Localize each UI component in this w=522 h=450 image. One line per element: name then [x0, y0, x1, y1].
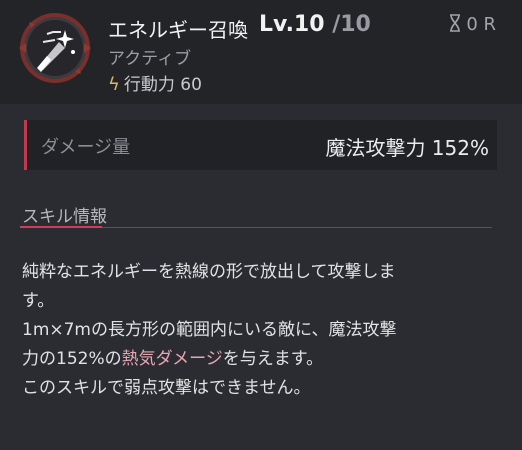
description-text: を与えます。	[222, 349, 324, 369]
description-line: 純粋なエネルギーを熱線の形で放出して攻撃しま	[22, 262, 396, 282]
description-text: 力の152%の	[22, 349, 122, 369]
skill-cost: ϟ 行動力 60	[108, 70, 202, 95]
lightning-icon: ϟ	[108, 74, 120, 95]
damage-label: ダメージ量	[41, 137, 131, 158]
damage-row: ダメージ量 魔法攻撃力 152%	[24, 120, 497, 170]
skill-description: 純粋なエネルギーを熱線の形で放出して攻撃しま す。 1m×7mの長方形の範囲内に…	[22, 258, 502, 403]
skill-level-current: Lv.10	[259, 12, 325, 37]
heat-damage-keyword: 熱気ダメージ	[121, 349, 223, 369]
skill-name: エネルギー召喚	[108, 18, 248, 42]
skill-level: Lv.10 /10	[259, 12, 371, 37]
description-line: このスキルで弱点攻撃はできません。	[22, 378, 311, 398]
active-tab-underline	[20, 226, 102, 228]
cooldown: 0 R	[449, 14, 496, 35]
cooldown-value: 0 R	[466, 14, 496, 35]
description-line: す。	[22, 291, 55, 311]
skill-level-max: /10	[332, 12, 371, 37]
skill-type: アクティブ	[108, 49, 192, 69]
damage-value: 魔法攻撃力 152%	[325, 136, 489, 160]
description-line: 力の152%の熱気ダメージを与えます。	[22, 345, 502, 374]
skill-info-tab[interactable]: スキル情報	[22, 202, 107, 227]
energy-summon-icon	[17, 10, 93, 86]
description-line: 1m×7mの長方形の範囲内にいる敵に、魔法攻撃	[22, 320, 397, 340]
hourglass-icon	[450, 14, 461, 32]
skill-cost-label: 行動力 60	[123, 75, 202, 95]
skill-header: エネルギー召喚 Lv.10 /10 アクティブ ϟ 行動力 60 0 R	[0, 0, 522, 104]
